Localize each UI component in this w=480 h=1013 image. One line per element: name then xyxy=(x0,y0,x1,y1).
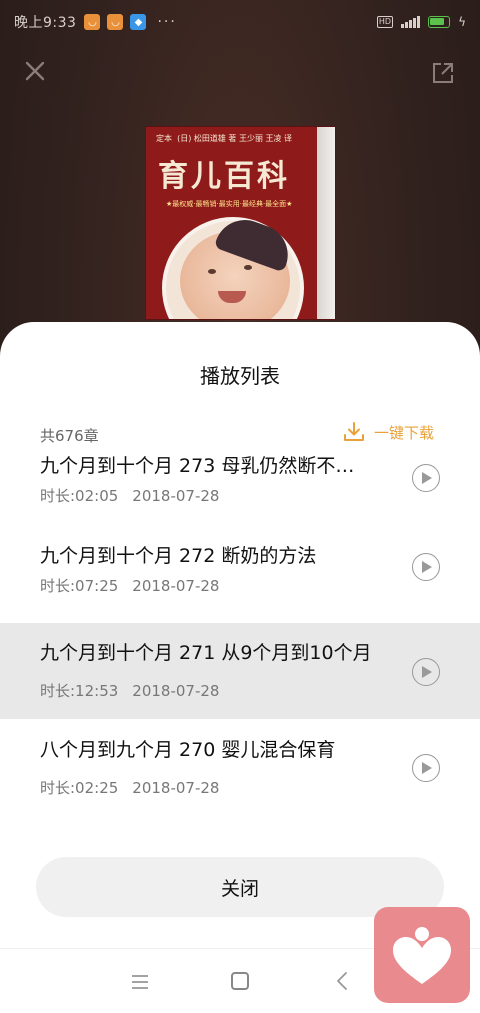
list-item[interactable]: 九个月到十个月 272 断奶的方法 时长:07:25 2018-07-28 xyxy=(0,511,480,607)
item-date: 2018-07-28 xyxy=(132,577,220,595)
list-item-active[interactable]: 九个月到十个月 271 从9个月到10个月 时长:12:53 2018-07-28 xyxy=(0,623,480,719)
playlist[interactable]: 九个月到十个月 273 母乳仍然断不… 时长:02:05 2018-07-28 九… xyxy=(0,452,480,852)
back-icon[interactable] xyxy=(334,971,350,991)
list-item[interactable]: 八个月到九个月 270 婴儿混合保育 时长:02:25 2018-07-28 xyxy=(0,719,480,815)
item-duration: 时长:02:05 xyxy=(40,487,119,505)
download-all-button[interactable]: 一键下载 xyxy=(342,420,434,444)
item-title: 九个月到十个月 272 断奶的方法 xyxy=(40,545,317,567)
item-date: 2018-07-28 xyxy=(132,487,220,505)
floating-app-button[interactable] xyxy=(374,907,470,1003)
status-time: 晚上9:33 xyxy=(14,15,77,31)
play-icon xyxy=(422,472,432,484)
play-icon xyxy=(422,666,432,678)
item-duration: 时长:07:25 xyxy=(40,577,119,595)
menu-icon[interactable] xyxy=(130,974,150,990)
sheet-title: 播放列表 xyxy=(200,364,280,388)
item-date: 2018-07-28 xyxy=(132,682,220,700)
app-notification-icon: ◡ xyxy=(84,14,101,30)
item-title: 九个月到十个月 271 从9个月到10个月 xyxy=(40,642,372,664)
hd-icon: HD xyxy=(376,16,394,28)
play-button[interactable] xyxy=(412,553,440,581)
download-all-label: 一键下载 xyxy=(374,423,435,442)
item-meta: 时长:12:53 2018-07-28 xyxy=(40,680,233,701)
cover-subtitle: ★最权威·最畅销·最实用·最经典·最全面★ xyxy=(166,200,293,208)
item-meta: 时长:02:25 2018-07-28 xyxy=(40,777,233,798)
status-right: HD ϟ xyxy=(376,15,466,29)
baby-eye xyxy=(244,265,252,270)
item-meta: 时长:07:25 2018-07-28 xyxy=(40,575,233,596)
item-date: 2018-07-28 xyxy=(132,779,220,797)
item-duration: 时长:02:25 xyxy=(40,779,119,797)
home-icon[interactable] xyxy=(231,972,249,990)
app-notification-icon: ◡ xyxy=(107,14,124,30)
cover-title: 育儿百科 xyxy=(158,159,290,194)
item-duration: 时长:12:53 xyxy=(40,682,119,700)
heart-person-icon xyxy=(393,927,451,984)
list-item[interactable]: 九个月到十个月 273 母乳仍然断不… 时长:02:05 2018-07-28 xyxy=(0,452,480,507)
play-icon xyxy=(422,561,432,573)
charging-icon: ϟ xyxy=(458,15,466,29)
cover-spine xyxy=(317,127,335,319)
chapter-count: 共676章 xyxy=(40,427,99,445)
cover-top-label: 定本 (日) 松田道雄 著 王少丽 王凌 译 xyxy=(156,134,293,143)
play-icon xyxy=(422,762,432,774)
close-icon[interactable] xyxy=(22,58,48,84)
share-icon[interactable] xyxy=(430,60,456,86)
item-title: 九个月到十个月 273 母乳仍然断不… xyxy=(40,455,355,477)
battery-icon xyxy=(428,16,451,28)
baby-eye xyxy=(208,269,216,274)
item-meta: 时长:02:05 2018-07-28 xyxy=(40,485,233,506)
status-bar: 晚上9:33 ◡ ◡ ◆ ··· HD ϟ xyxy=(0,0,480,44)
play-button[interactable] xyxy=(412,464,440,492)
item-title: 八个月到九个月 270 婴儿混合保育 xyxy=(40,739,336,761)
more-notifications-icon: ··· xyxy=(157,14,177,30)
signal-icon xyxy=(401,16,421,28)
play-button[interactable] xyxy=(412,754,440,782)
app-notification-icon: ◆ xyxy=(130,14,147,30)
play-button[interactable] xyxy=(412,658,440,686)
album-cover: 定本 (日) 松田道雄 著 王少丽 王凌 译 育儿百科 ★最权威·最畅销·最实用… xyxy=(145,126,336,320)
download-icon xyxy=(344,422,364,441)
